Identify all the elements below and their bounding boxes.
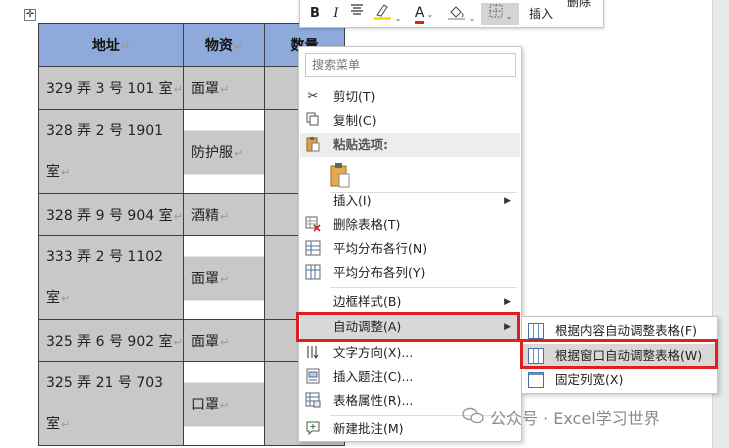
- header-address[interactable]: 地址↵: [38, 23, 184, 67]
- address-cell[interactable]: 328 弄 9 号 904 室↵: [38, 193, 184, 236]
- paint-bucket-icon: [447, 6, 465, 20]
- delete-table-icon: [304, 216, 322, 234]
- center-align-icon: [351, 4, 363, 15]
- menu-separator: [330, 287, 517, 288]
- item-cell[interactable]: 面罩↵: [183, 66, 265, 110]
- distribute-columns-icon: [304, 264, 322, 282]
- address-cell[interactable]: 333 弄 2 号 1102 室↵: [38, 235, 184, 320]
- submenu-arrow-icon: ▶: [504, 297, 511, 307]
- scissors-icon: ✂: [307, 89, 319, 104]
- item-cell[interactable]: 防护服↵: [183, 109, 265, 194]
- distribute-rows-icon: [304, 240, 322, 258]
- wechat-logo-icon: [462, 407, 484, 424]
- menu-item-table-properties[interactable]: 表格属性(R)...: [300, 389, 520, 413]
- address-cell[interactable]: 325 弄 21 号 703 室↵: [38, 361, 184, 446]
- item-cell[interactable]: 口罩↵: [183, 361, 265, 446]
- caption-icon: [304, 368, 322, 386]
- menu-item-distribute-rows[interactable]: 平均分布各行(N): [300, 237, 520, 261]
- address-cell[interactable]: 328 弄 2 号 1901 室↵: [38, 109, 184, 194]
- submenu-item-fixed-width[interactable]: 固定列宽(X): [523, 368, 717, 392]
- menu-item-new-comment[interactable]: 新建批注(M): [300, 417, 520, 441]
- menu-item-text-direction[interactable]: 文字方向(X)...: [300, 341, 520, 365]
- menu-item-border-styles[interactable]: 边框样式(B) ▶: [300, 290, 520, 314]
- fit-window-highlight-box: [520, 339, 718, 369]
- menu-separator: [330, 415, 517, 416]
- table-move-handle-icon[interactable]: ✛: [24, 9, 36, 21]
- mini-toolbar: B I ⌄ A ⌄ ⌄ ⌄ 插入 删除: [299, 0, 604, 28]
- item-cell[interactable]: 面罩↵: [183, 235, 265, 320]
- delete-button[interactable]: 删除: [562, 0, 596, 13]
- borders-icon: [489, 4, 503, 18]
- center-align-button[interactable]: [348, 3, 366, 25]
- menu-item-cut[interactable]: ✂ 剪切(T): [300, 85, 520, 109]
- highlighter-icon: [373, 4, 391, 20]
- autofit-contents-icon: [528, 323, 544, 339]
- menu-item-insert-caption[interactable]: 插入题注(C)...: [300, 365, 520, 389]
- comment-icon: [304, 420, 322, 438]
- borders-button[interactable]: ⌄: [481, 3, 519, 25]
- autofit-highlight-box: [296, 312, 520, 342]
- menu-item-copy[interactable]: 复制(C): [300, 109, 520, 133]
- menu-item-distribute-columns[interactable]: 平均分布各列(Y): [300, 261, 520, 285]
- paste-options-header: 粘贴选项:: [300, 133, 520, 157]
- item-cell[interactable]: 酒精↵: [183, 193, 265, 236]
- address-cell[interactable]: 329 弄 3 号 101 室↵: [38, 66, 184, 110]
- italic-button[interactable]: I: [327, 3, 345, 25]
- text-direction-icon: [304, 344, 322, 362]
- paste-keep-source-button[interactable]: [300, 159, 520, 189]
- search-menu-input[interactable]: 搜索菜单: [305, 53, 516, 77]
- clipboard-icon: [304, 136, 322, 154]
- watermark-text: 公众号 · Excel学习世界: [490, 409, 660, 428]
- paste-clipboard-icon: [328, 162, 352, 188]
- item-cell[interactable]: 面罩↵: [183, 319, 265, 362]
- fixed-column-width-icon: [528, 372, 544, 388]
- insert-button[interactable]: 插入: [524, 3, 558, 25]
- header-item[interactable]: 物资↵: [183, 23, 265, 67]
- menu-item-delete-table[interactable]: 删除表格(T): [300, 213, 520, 237]
- highlight-color-button[interactable]: ⌄: [370, 3, 404, 25]
- menu-item-insert[interactable]: 插入(I) ▶: [300, 189, 520, 213]
- submenu-arrow-icon: ▶: [504, 196, 511, 206]
- bold-button[interactable]: B: [306, 3, 324, 25]
- address-cell[interactable]: 325 弄 6 号 902 室↵: [38, 319, 184, 362]
- copy-icon: [304, 112, 322, 130]
- table-properties-icon: [304, 392, 322, 410]
- font-color-button[interactable]: A ⌄: [408, 3, 440, 25]
- shading-button[interactable]: ⌄: [444, 3, 478, 25]
- context-menu: 搜索菜单 ✂ 剪切(T) 复制(C) 粘贴选项: 插入(I) ▶ 删除表格(T): [298, 46, 522, 442]
